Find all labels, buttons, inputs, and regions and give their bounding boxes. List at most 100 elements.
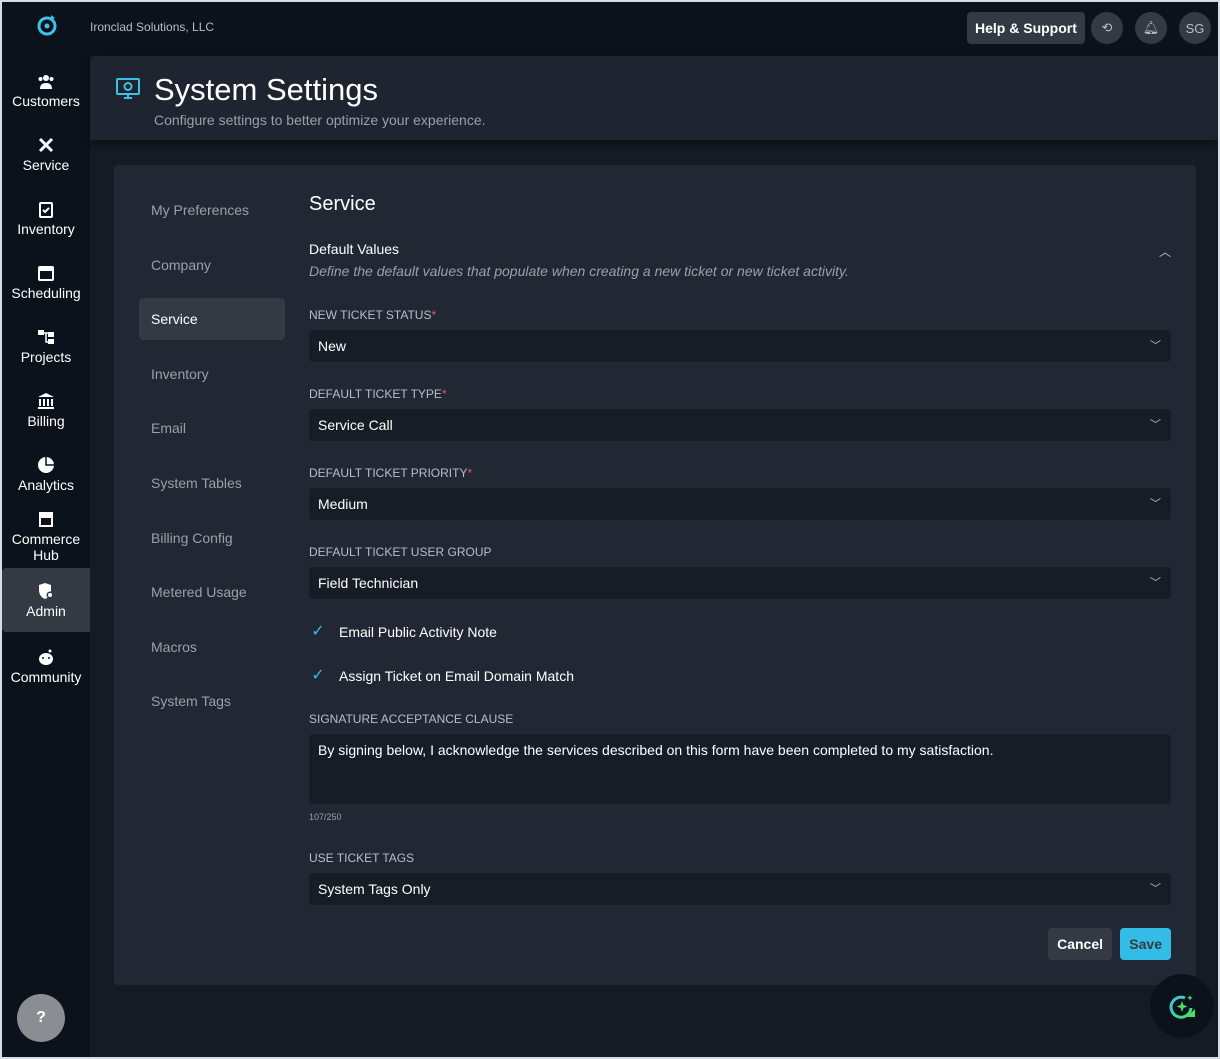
tools-icon	[38, 137, 54, 152]
user-group-label: DEFAULT TICKET USER GROUP	[309, 545, 492, 559]
clipboard-check-icon	[39, 201, 53, 218]
help-fab[interactable]: ?	[17, 994, 65, 1042]
required-marker: *	[441, 387, 447, 401]
group-description: Define the default values that populate …	[309, 263, 849, 279]
history-button[interactable]: ⟲	[1091, 12, 1123, 44]
settings-nav: My Preferences Company Service Inventory…	[139, 189, 285, 735]
settings-nav-inventory[interactable]: Inventory	[139, 353, 285, 395]
nav-label: Commerce Hub	[11, 530, 81, 563]
nav-admin[interactable]: Admin	[2, 568, 90, 632]
assign-domain-match-checkbox[interactable]: ✓ Assign Ticket on Email Domain Match	[309, 667, 574, 685]
settings-nav-metered-usage[interactable]: Metered Usage	[139, 571, 285, 613]
logo-icon[interactable]	[36, 14, 58, 36]
settings-nav-email[interactable]: Email	[139, 407, 285, 449]
nav-label: Inventory	[17, 220, 75, 237]
store-icon	[39, 511, 53, 527]
nav-analytics[interactable]: Analytics	[2, 442, 90, 506]
selected-value: Field Technician	[318, 575, 419, 591]
notifications-button[interactable]: 🔔︎	[1135, 12, 1167, 44]
shield-user-icon	[39, 582, 54, 599]
community-icon	[39, 649, 53, 665]
section-title: Service	[309, 193, 376, 215]
pie-chart-icon	[38, 456, 54, 473]
ticket-priority-select[interactable]: Medium ﹀	[309, 488, 1171, 520]
settings-card: My Preferences Company Service Inventory…	[114, 165, 1196, 985]
sitemap-icon	[38, 329, 54, 344]
nav-scheduling[interactable]: Scheduling	[2, 250, 90, 314]
page-header: System Settings Configure settings to be…	[90, 56, 1218, 140]
type-label: DEFAULT TICKET TYPE*	[309, 387, 447, 401]
character-count: 107/250	[309, 812, 342, 822]
email-public-note-checkbox[interactable]: ✓ Email Public Activity Note	[309, 623, 497, 641]
collapse-chevron-icon[interactable]: ︿	[1159, 243, 1171, 260]
label-text: NEW TICKET STATUS	[309, 308, 432, 322]
settings-nav-service[interactable]: Service	[139, 298, 285, 341]
settings-nav-system-tags[interactable]: System Tags	[139, 680, 285, 722]
selected-value: System Tags Only	[318, 881, 431, 897]
check-icon: ✓	[311, 623, 325, 640]
calendar-icon	[38, 265, 54, 281]
checkbox-label: Assign Ticket on Email Domain Match	[339, 668, 574, 684]
nav-label: Scheduling	[11, 284, 81, 301]
nav-customers[interactable]: Customers	[2, 58, 90, 122]
ai-assistant-button[interactable]	[1150, 974, 1214, 1038]
label-text: DEFAULT TICKET TYPE	[309, 387, 442, 401]
chevron-down-icon: ﹀	[1150, 498, 1161, 510]
label-text: DEFAULT TICKET PRIORITY	[309, 466, 468, 480]
nav-label: Customers	[12, 92, 80, 109]
history-icon: ⟲	[1101, 20, 1113, 35]
selected-value: Medium	[318, 496, 368, 512]
nav-projects[interactable]: Projects	[2, 314, 90, 378]
priority-label: DEFAULT TICKET PRIORITY*	[309, 466, 472, 480]
chevron-down-icon: ﹀	[1150, 883, 1161, 895]
signature-label: SIGNATURE ACCEPTANCE CLAUSE	[309, 712, 514, 726]
app-window: Customers Service Inventory Scheduling P…	[2, 2, 1218, 1057]
ticket-tags-select[interactable]: System Tags Only ﹀	[309, 873, 1171, 905]
help-support-button[interactable]: Help & Support	[967, 12, 1085, 44]
user-group-select[interactable]: Field Technician ﹀	[309, 567, 1171, 599]
nav-service[interactable]: Service	[2, 122, 90, 186]
settings-nav-system-tables[interactable]: System Tables	[139, 462, 285, 504]
page-subtitle: Configure settings to better optimize yo…	[154, 112, 486, 128]
settings-nav-company[interactable]: Company	[139, 244, 285, 286]
status-label: NEW TICKET STATUS*	[309, 308, 436, 322]
bell-icon: 🔔︎	[1142, 20, 1160, 35]
settings-nav-my-preferences[interactable]: My Preferences	[139, 189, 285, 231]
customers-icon	[38, 74, 54, 89]
nav-label: Analytics	[17, 476, 75, 493]
nav-label: Billing	[27, 412, 65, 429]
monitor-gear-icon	[116, 78, 140, 99]
required-marker: *	[467, 466, 473, 480]
selected-value: New	[318, 338, 347, 354]
group-title: Default Values	[309, 241, 400, 257]
save-button[interactable]: Save	[1120, 928, 1171, 960]
required-marker: *	[431, 308, 437, 322]
sidebar: Customers Service Inventory Scheduling P…	[2, 2, 90, 1057]
cancel-button[interactable]: Cancel	[1048, 928, 1112, 960]
nav-label: Service	[22, 156, 70, 173]
nav-commerce-hub[interactable]: Commerce Hub	[2, 500, 90, 572]
chevron-down-icon: ﹀	[1150, 419, 1161, 431]
nav-label: Projects	[20, 348, 72, 365]
settings-nav-macros[interactable]: Macros	[139, 626, 285, 668]
ticket-tags-label: USE TICKET TAGS	[309, 851, 415, 865]
company-name: Ironclad Solutions, LLC	[90, 20, 215, 34]
nav-label: Admin	[26, 602, 66, 619]
chevron-down-icon: ﹀	[1150, 340, 1161, 352]
nav-billing[interactable]: Billing	[2, 378, 90, 442]
ticket-type-select[interactable]: Service Call ﹀	[309, 409, 1171, 441]
bank-icon	[38, 392, 54, 409]
avatar[interactable]: SG	[1179, 12, 1211, 44]
nav-inventory[interactable]: Inventory	[2, 186, 90, 250]
settings-nav-billing-config[interactable]: Billing Config	[139, 517, 285, 559]
signature-textarea[interactable]: By signing below, I acknowledge the serv…	[309, 734, 1171, 804]
page-title: System Settings	[154, 72, 378, 107]
nav-label: Community	[10, 668, 82, 685]
nav-community[interactable]: Community	[2, 634, 90, 698]
checkbox-label: Email Public Activity Note	[339, 624, 497, 640]
check-icon: ✓	[311, 667, 325, 684]
ticket-status-select[interactable]: New ﹀	[309, 330, 1171, 362]
selected-value: Service Call	[318, 417, 393, 433]
ai-sparkle-icon	[1169, 995, 1195, 1019]
chevron-down-icon: ﹀	[1150, 577, 1161, 589]
